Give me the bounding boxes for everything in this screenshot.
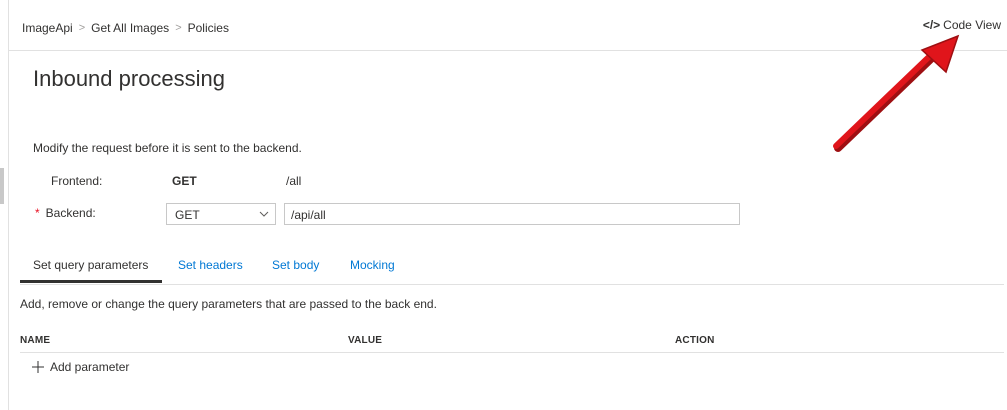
chevron-down-icon [259, 211, 269, 217]
column-header-action: ACTION [675, 335, 715, 346]
column-header-value: VALUE [348, 335, 383, 346]
tab-mocking[interactable]: Mocking [350, 258, 395, 272]
left-rail-handle[interactable] [0, 168, 4, 204]
code-view-label: Code View [943, 18, 1001, 32]
plus-icon [32, 361, 44, 373]
active-tab-indicator [20, 280, 162, 283]
code-view-button[interactable]: </> Code View [923, 18, 1001, 32]
tab-set-query-parameters[interactable]: Set query parameters [33, 258, 148, 272]
frontend-method: GET [172, 174, 197, 188]
breadcrumb-item-api[interactable]: ImageApi [22, 21, 73, 35]
add-parameter-label: Add parameter [50, 360, 130, 374]
breadcrumb-separator: > [175, 22, 182, 34]
backend-path-input[interactable]: /api/all [284, 203, 740, 225]
backend-method-value: GET [175, 208, 200, 222]
tab-set-headers[interactable]: Set headers [178, 258, 243, 272]
left-rail [0, 0, 9, 410]
add-parameter-button[interactable]: Add parameter [32, 360, 129, 374]
column-header-name: NAME [20, 335, 51, 346]
tab-set-body[interactable]: Set body [272, 258, 319, 272]
breadcrumb-item-policies[interactable]: Policies [188, 21, 229, 35]
backend-method-select[interactable]: GET [166, 203, 276, 225]
frontend-path: /all [286, 174, 302, 188]
backend-label-group: * Backend: [35, 206, 96, 220]
frontend-label: Frontend: [51, 174, 103, 188]
page-description: Modify the request before it is sent to … [33, 141, 302, 155]
page-title: Inbound processing [33, 66, 226, 91]
policy-tabs: Set query parameters Set headers Set bod… [20, 258, 1004, 285]
parameters-table-header: NAME VALUE ACTION [20, 332, 1004, 353]
section-description: Add, remove or change the query paramete… [20, 297, 437, 311]
breadcrumb-separator: > [78, 22, 86, 34]
breadcrumb: ImageApi > Get All Images > Policies [22, 21, 229, 35]
breadcrumb-item-operation[interactable]: Get All Images [91, 21, 169, 35]
header: ImageApi > Get All Images > Policies </>… [9, 0, 1007, 51]
backend-label: Backend: [45, 206, 96, 220]
code-icon: </> [922, 18, 941, 32]
required-marker: * [35, 206, 40, 220]
